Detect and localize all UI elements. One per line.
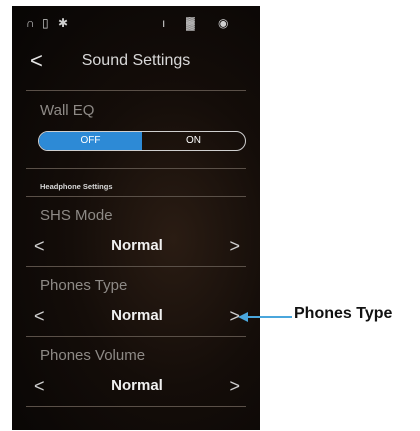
callout-label: Phones Type	[294, 305, 393, 322]
section-label-headphone-settings: Headphone Settings	[40, 182, 113, 191]
audio-level-icon: ▓	[186, 16, 195, 30]
device-screen: ∩ ▯ ✱ ı ▓ ◉ < Sound Settings Wall EQ OFF…	[12, 6, 260, 430]
wall-eq-on-option[interactable]: ON	[142, 132, 245, 150]
setting-row-shs-mode: < Normal >	[34, 234, 240, 258]
setting-label-phones-volume: Phones Volume	[40, 347, 146, 364]
divider	[26, 90, 246, 91]
wall-eq-off-option[interactable]: OFF	[39, 132, 142, 150]
usb-icon: ▯	[42, 16, 49, 30]
wireless-icon: ◉	[218, 16, 229, 30]
setting-row-phones-type: < Normal >	[34, 304, 240, 328]
callout-arrow-head-icon	[238, 312, 248, 322]
microphone-icon: ı	[162, 16, 166, 30]
phones-volume-value: Normal	[111, 377, 163, 394]
setting-label-shs-mode: SHS Mode	[40, 207, 113, 224]
bluetooth-icon: ✱	[58, 16, 69, 30]
headphones-icon: ∩	[26, 16, 35, 30]
phones-type-value: Normal	[111, 307, 163, 324]
phones-volume-next-button[interactable]: >	[229, 374, 240, 398]
header: < Sound Settings	[12, 46, 260, 78]
setting-row-phones-volume: < Normal >	[34, 374, 240, 398]
divider	[26, 196, 246, 197]
wall-eq-label: Wall EQ	[40, 102, 95, 119]
page-title: Sound Settings	[81, 52, 191, 69]
divider	[26, 406, 246, 407]
divider	[26, 168, 246, 169]
setting-label-phones-type: Phones Type	[40, 277, 128, 294]
callout-arrow-line	[246, 316, 292, 318]
shs-mode-next-button[interactable]: >	[229, 234, 240, 258]
shs-mode-value: Normal	[111, 237, 163, 254]
divider	[26, 336, 246, 337]
status-bar: ∩ ▯ ✱ ı ▓ ◉	[12, 14, 260, 32]
wall-eq-toggle[interactable]: OFF ON	[38, 131, 246, 151]
divider	[26, 266, 246, 267]
